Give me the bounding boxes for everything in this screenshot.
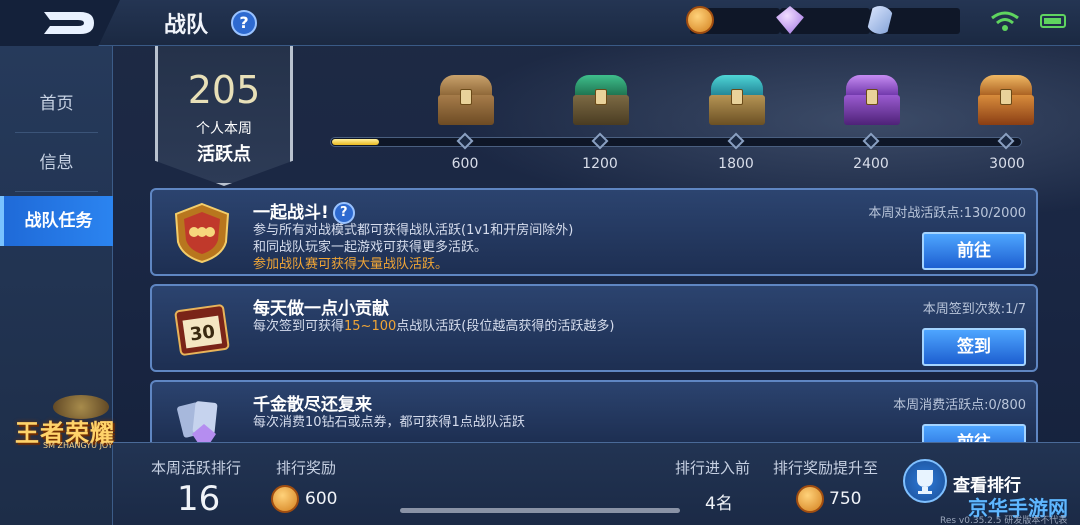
game-logo-subtext: SM ZHANGYU JOY — [43, 441, 113, 450]
voucher-resource — [866, 6, 960, 34]
activity-progress-fill — [332, 139, 379, 145]
gold-coin-icon — [686, 6, 714, 34]
task-desc-highlight: 参加战队赛可获得大量战队活跃。 — [253, 257, 449, 272]
checkin-button[interactable]: 签到 — [922, 328, 1026, 366]
activity-points-value: 205 — [187, 68, 261, 112]
task-desc-line2: 和同战队玩家一起游戏可获得更多活跃。 — [253, 240, 488, 255]
task-card-checkin: 30 每天做一点小贡献 每次签到可获得15~100点战队活跃(段位越高获得的活跃… — [150, 284, 1038, 372]
milestone-label: 600 — [451, 156, 479, 172]
battle-badge-icon — [174, 202, 230, 264]
calendar-icon: 30 — [174, 304, 230, 356]
go-button[interactable]: 前往 — [922, 232, 1026, 270]
back-logo-icon — [44, 12, 94, 34]
gold-coin-icon — [271, 485, 299, 513]
activity-points-badge: 205 个人本周 活跃点 — [155, 46, 293, 186]
milestone-label: 1800 — [718, 156, 754, 172]
gold-resource — [686, 6, 780, 34]
reward-boost-label: 排行奖励提升至 — [773, 459, 879, 477]
battery-icon — [1040, 14, 1066, 28]
teal-chest-icon[interactable] — [707, 75, 767, 127]
task-card-battle: 一起战斗!? 参与所有对战模式都可获得战队活跃(1v1和开房间除外) 和同战队玩… — [150, 188, 1038, 276]
task-desc-line1: 每次签到可获得15~100点战队活跃(段位越高获得的活跃越多) — [253, 319, 615, 334]
rank-threshold-value: 4名 — [705, 494, 733, 514]
rank-reward-value: 600 — [305, 489, 338, 509]
help-icon[interactable]: ? — [231, 10, 257, 36]
task-title: 一起战斗!? — [253, 198, 355, 224]
task-title: 每天做一点小贡献 — [253, 299, 389, 319]
gold-chest-icon[interactable] — [976, 75, 1036, 127]
weekly-rank-value: 16 — [177, 479, 221, 519]
sidebar-item-team-tasks[interactable]: 战队任务 — [0, 196, 113, 246]
rank-threshold-label: 排行进入前 — [675, 459, 751, 477]
task-progress-stat: 本周消费活跃点:0/800 — [893, 398, 1026, 413]
activity-progress-bar — [330, 137, 1022, 147]
bronze-chest-icon[interactable] — [436, 75, 496, 127]
page-title: 战队 — [164, 13, 209, 38]
back-button[interactable] — [0, 0, 120, 46]
task-progress-stat: 本周签到次数:1/7 — [922, 302, 1026, 317]
svg-text:30: 30 — [189, 321, 217, 345]
sidebar-item-info[interactable]: 信息 — [0, 138, 113, 192]
top-bar: 战队 ? — [0, 0, 1080, 46]
crystal-cards-icon — [177, 401, 218, 442]
milestone-label: 2400 — [853, 156, 889, 172]
diamond-icon — [776, 6, 804, 34]
gold-coin-icon — [796, 485, 824, 513]
diamond-resource — [776, 6, 870, 34]
reward-boost-value: 750 — [829, 489, 862, 509]
milestone-label: 3000 — [989, 156, 1025, 172]
trophy-icon — [903, 459, 947, 503]
milestone-label: 1200 — [582, 156, 618, 172]
green-chest-icon[interactable] — [571, 75, 631, 127]
rank-reward-label: 排行奖励 — [276, 459, 337, 477]
home-indicator[interactable] — [400, 508, 680, 513]
activity-label-line1: 个人本周 — [196, 121, 252, 137]
task-progress-stat: 本周对战活跃点:130/2000 — [868, 206, 1026, 221]
task-card-spending: 千金散尽还复来 每次消费10钻石或点券，都可获得1点战队活跃 本周消费活跃点:0… — [150, 380, 1038, 442]
version-text: Res v0.35.2.5 研发版本不代表 — [940, 516, 1068, 525]
activity-label-line2: 活跃点 — [197, 144, 251, 165]
task-desc-line1: 参与所有对战模式都可获得战队活跃(1v1和开房间除外) — [253, 223, 574, 238]
purple-chest-icon[interactable] — [842, 75, 902, 127]
weekly-rank-label: 本周活跃排行 — [151, 459, 242, 477]
wifi-icon — [991, 11, 1019, 31]
go-button[interactable]: 前往 — [922, 424, 1026, 442]
help-icon[interactable]: ? — [332, 202, 355, 224]
task-desc-line1: 每次消费10钻石或点券，都可获得1点战队活跃 — [253, 415, 525, 430]
task-title: 千金散尽还复来 — [253, 395, 372, 415]
voucher-icon — [866, 6, 894, 34]
sidebar-item-home[interactable]: 首页 — [0, 79, 113, 133]
